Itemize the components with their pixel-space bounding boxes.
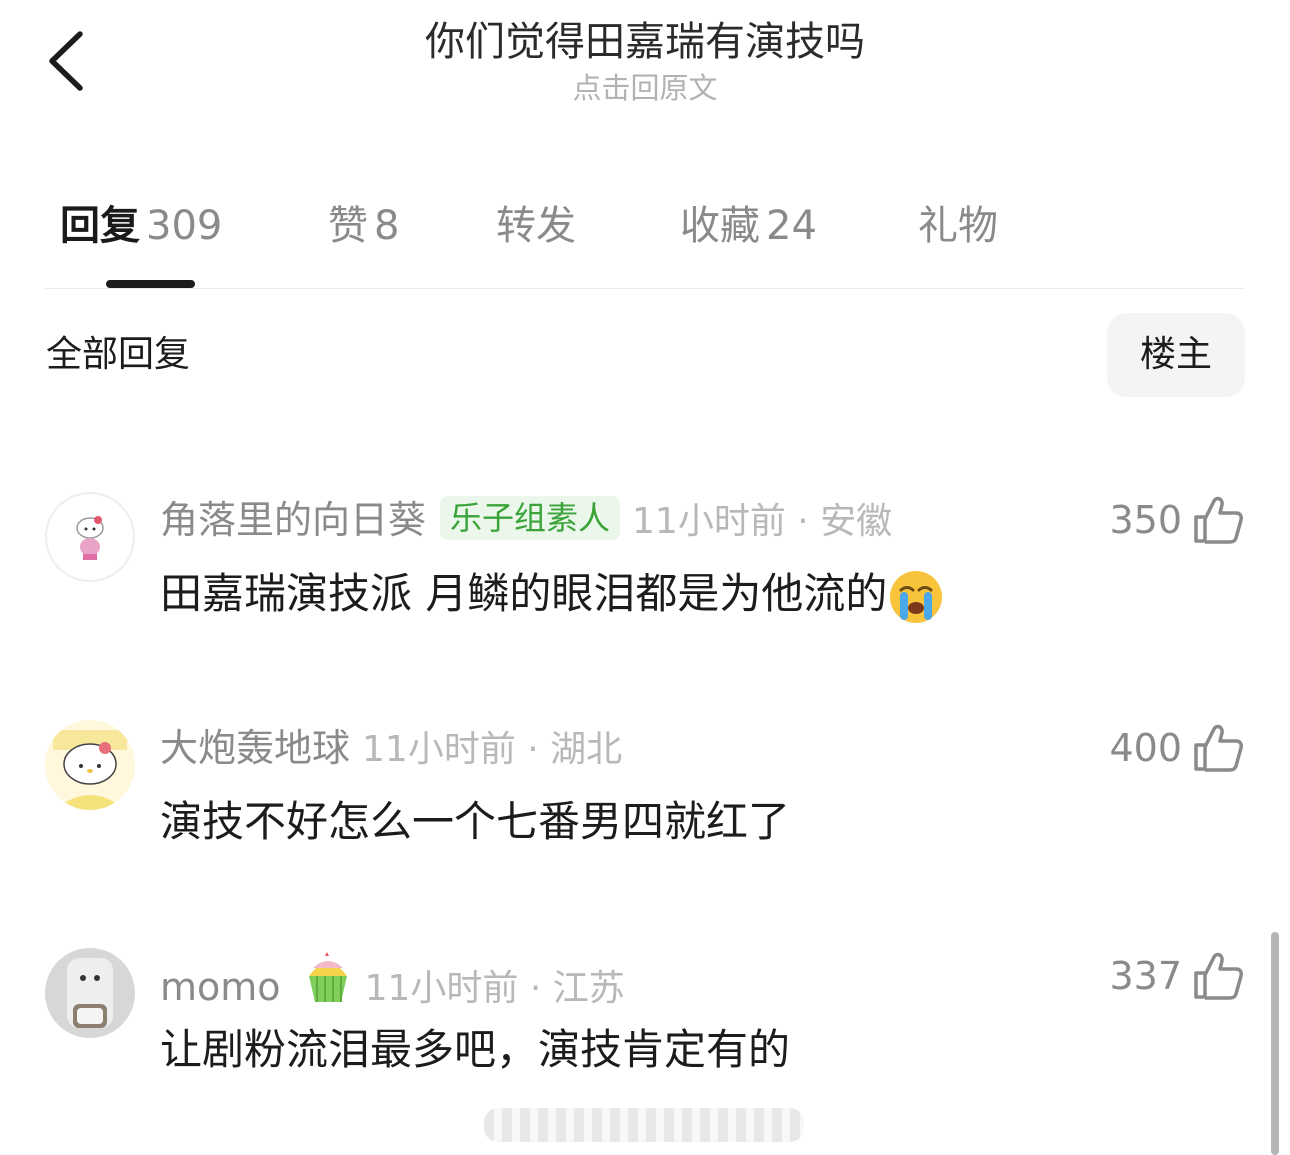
username[interactable]: momo	[160, 965, 281, 1009]
tab-reposts[interactable]: 转发	[496, 196, 576, 256]
time-location: 11小时前 · 湖北	[362, 729, 623, 770]
comment-text: 演技不好怎么一个七番男四就红了	[160, 792, 790, 852]
scrollbar[interactable]	[1271, 932, 1279, 1155]
hello-kitty-yellow-avatar	[45, 720, 135, 810]
comment-body: 让剧粉流泪最多吧，演技肯定有的	[160, 1025, 791, 1074]
time-location: 11小时前 · 江苏	[364, 968, 625, 1009]
divider	[45, 288, 1245, 289]
like-button[interactable]: 350	[1109, 494, 1244, 546]
username[interactable]: 角落里的向日葵	[160, 498, 426, 542]
avatar[interactable]	[45, 948, 135, 1038]
like-count: 337	[1109, 954, 1182, 998]
time-location: 11小时前 · 安徽	[632, 501, 893, 542]
tab-label: 收藏	[680, 203, 760, 249]
thumbs-up-icon	[1194, 496, 1243, 544]
like-count: 350	[1109, 498, 1182, 542]
thumbs-up-icon	[1194, 724, 1243, 772]
cupcake-icon[interactable]	[303, 950, 353, 1004]
tab-count: 8	[374, 203, 400, 249]
like-count: 400	[1109, 726, 1182, 770]
hello-kitty-avatar	[45, 492, 135, 582]
tab-replies[interactable]: 回复 309	[60, 196, 222, 256]
user-badge[interactable]: 乐子组素人	[440, 496, 621, 540]
comment-meta: momo 11小时前 · 江苏	[160, 950, 625, 1015]
back-to-original-link[interactable]: 点击回原文	[0, 68, 1290, 108]
tab-likes[interactable]: 赞8	[328, 196, 399, 256]
section-title: 全部回复	[46, 334, 191, 375]
like-button[interactable]: 337	[1109, 950, 1244, 1002]
grey-character-avatar	[45, 948, 135, 1038]
comment-meta: 角落里的向日葵 乐子组素人 11小时前 · 安徽	[160, 494, 892, 548]
tab-count: 309	[146, 203, 223, 249]
active-tab-indicator	[106, 280, 195, 288]
comment-meta: 大炮轰地球 11小时前 · 湖北	[160, 722, 622, 776]
like-button[interactable]: 400	[1109, 722, 1244, 774]
loudly-crying-face-icon	[890, 570, 943, 623]
op-filter-button[interactable]: 楼主	[1107, 313, 1245, 397]
loading-placeholder	[484, 1108, 804, 1142]
comment-text: 让剧粉流泪最多吧，演技肯定有的	[160, 1020, 790, 1080]
page-title: 你们觉得田嘉瑞有演技吗	[425, 19, 865, 65]
comment-body: 演技不好怎么一个七番男四就红了	[160, 797, 791, 846]
tab-favorites[interactable]: 收藏 24	[680, 196, 817, 256]
avatar[interactable]	[45, 720, 135, 810]
tab-label: 赞	[328, 203, 368, 249]
tab-count: 24	[766, 203, 817, 249]
username[interactable]: 大炮轰地球	[160, 726, 350, 770]
avatar[interactable]	[45, 492, 135, 582]
thumbs-up-icon	[1194, 952, 1243, 1000]
tab-gifts[interactable]: 礼物	[918, 196, 998, 256]
tab-label: 礼物	[918, 203, 998, 249]
comment-body: 田嘉瑞演技派 月鳞的眼泪都是为他流的	[160, 569, 888, 618]
tab-label: 转发	[496, 203, 576, 249]
tab-label: 回复	[60, 203, 140, 249]
comment-text: 田嘉瑞演技派 月鳞的眼泪都是为他流的	[160, 564, 945, 626]
